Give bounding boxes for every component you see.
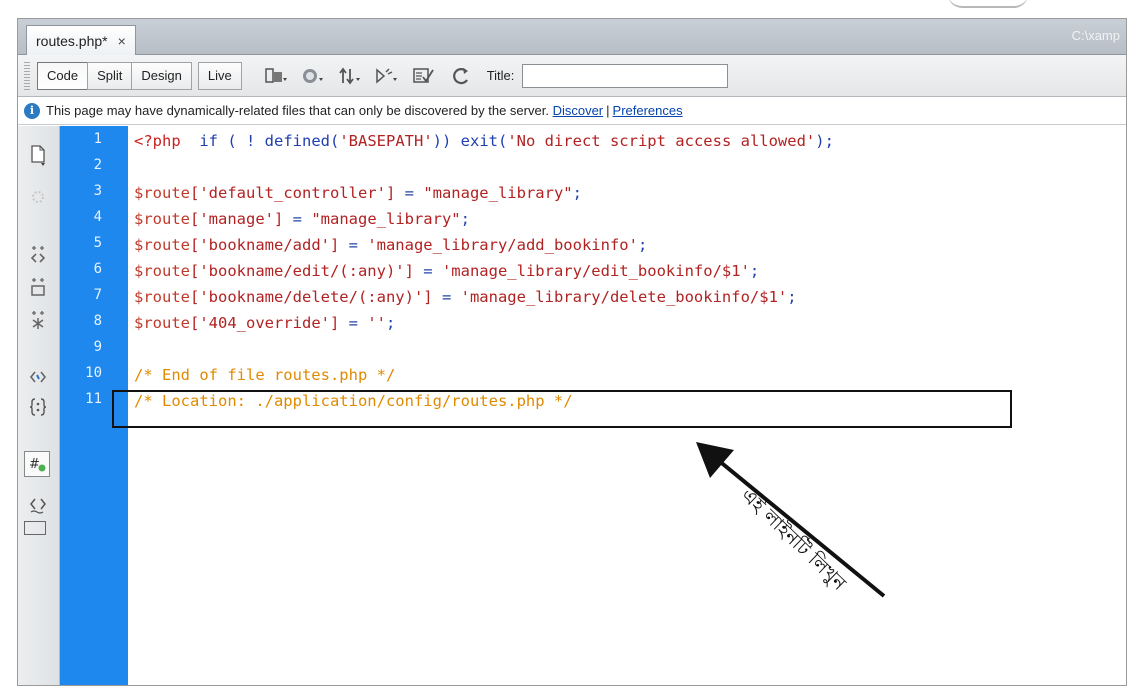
code-key: ['manage'] xyxy=(190,210,284,228)
apply-comment-icon[interactable] xyxy=(24,394,52,420)
document-tab-bar: routes.php* × C:\xamp xyxy=(18,19,1126,55)
close-tab-icon[interactable]: × xyxy=(118,33,126,49)
code-string: 'No direct script access allowed' xyxy=(507,132,816,150)
code-semicolon: ; xyxy=(385,314,396,332)
code-semicolon: ; xyxy=(749,262,760,280)
line-number: 4 xyxy=(93,209,102,225)
line-number: 8 xyxy=(93,313,102,329)
code-string: 'manage_library/add_bookinfo' xyxy=(367,236,638,254)
balance-braces-icon[interactable] xyxy=(24,364,52,390)
indent-icon[interactable] xyxy=(24,521,46,535)
code-token: ); xyxy=(815,132,834,150)
line-number: 6 xyxy=(93,261,102,277)
info-bar: i This page may have dynamically-related… xyxy=(18,97,1126,125)
code-operator: = xyxy=(432,288,461,306)
decorative-curve xyxy=(948,0,1028,8)
code-key: ['default_controller'] xyxy=(190,184,396,202)
code-variable: $route xyxy=(134,210,190,228)
code-semicolon: ; xyxy=(460,210,470,228)
expand-all-icon[interactable] xyxy=(24,274,52,300)
line-number: 1 xyxy=(93,131,102,147)
php-open-tag: <?php xyxy=(134,132,181,150)
code-operator: = xyxy=(339,236,368,254)
document-tab[interactable]: routes.php* × xyxy=(26,25,136,55)
code-variable: $route xyxy=(134,314,190,332)
line-number: 9 xyxy=(93,339,102,355)
code-variable: $route xyxy=(134,288,190,306)
refresh-icon[interactable] xyxy=(449,65,473,87)
preferences-link[interactable]: Preferences xyxy=(613,103,683,118)
code-string: "manage_library" xyxy=(423,184,573,202)
code-operator: = xyxy=(283,210,312,228)
code-view-button[interactable]: Code xyxy=(37,61,89,90)
code-operator: = xyxy=(339,314,368,332)
code-string: "manage_library" xyxy=(311,210,461,228)
code-variable: $route xyxy=(134,184,190,202)
code-string: 'BASEPATH' xyxy=(339,132,433,150)
code-semicolon: ; xyxy=(787,288,797,306)
code-token: )) exit( xyxy=(432,132,508,150)
coding-toolbar: # xyxy=(18,126,60,685)
info-message: This page may have dynamically-related f… xyxy=(46,103,549,118)
code-line-5: $route['bookname/add'] = 'manage_library… xyxy=(134,232,647,258)
check-page-icon[interactable] xyxy=(412,65,436,87)
line-number: 10 xyxy=(85,365,102,381)
code-token: if ( ! defined( xyxy=(199,132,340,150)
line-number: 11 xyxy=(85,391,102,407)
code-line-6: $route['bookname/edit/(:any)'] = 'manage… xyxy=(134,258,759,284)
discover-link[interactable]: Discover xyxy=(553,103,604,118)
line-number: 3 xyxy=(93,183,102,199)
code-variable: $route xyxy=(134,262,190,280)
highlight-box xyxy=(112,390,1012,428)
code-variable: $route xyxy=(134,236,190,254)
toolbar-grip[interactable] xyxy=(24,61,30,90)
multiscreen-icon[interactable] xyxy=(264,65,288,87)
line-number: 7 xyxy=(93,287,102,303)
code-line-4: $route['manage'] = "manage_library"; xyxy=(134,206,470,232)
code-semicolon: ; xyxy=(637,236,648,254)
code-key: ['bookname/edit/(:any)'] xyxy=(190,262,414,280)
view-buttons: Code Split Design Live xyxy=(37,61,242,90)
collapse-selection-icon[interactable] xyxy=(24,242,52,268)
collapse-full-tag-icon[interactable] xyxy=(24,184,52,210)
code-semicolon: ; xyxy=(572,184,582,202)
page-top-edge xyxy=(0,0,1138,8)
code-string: 'manage_library/delete_bookinfo/$1' xyxy=(460,288,788,306)
code-line-10: /* End of file routes.php */ xyxy=(134,366,396,384)
file-path: C:\xamp xyxy=(1071,28,1120,43)
title-input[interactable] xyxy=(522,63,729,88)
tab-filename: routes.php* xyxy=(36,32,108,49)
line-number: 2 xyxy=(93,157,102,173)
code-string: 'manage_library/edit_bookinfo/$1' xyxy=(441,262,750,280)
info-icon: i xyxy=(24,102,40,119)
design-view-button[interactable]: Design xyxy=(131,61,192,90)
live-view-button[interactable]: Live xyxy=(197,61,242,90)
select-parent-tag-icon[interactable] xyxy=(24,307,52,333)
code-key: ['bookname/add'] xyxy=(190,236,340,254)
open-documents-icon[interactable] xyxy=(24,142,52,168)
annotation: এই লাইনটি লিখুন xyxy=(688,442,898,602)
code-line-7: $route['bookname/delete/(:any)'] = 'mana… xyxy=(134,284,797,310)
format-source-icon[interactable]: # xyxy=(24,451,50,477)
file-management-icon[interactable] xyxy=(338,65,362,87)
split-view-button[interactable]: Split xyxy=(87,61,133,90)
document-toolbar: Code Split Design Live Title: xyxy=(18,55,1126,97)
title-label: Title: xyxy=(486,68,515,83)
wrap-tag-icon[interactable] xyxy=(24,492,52,518)
code-string: '' xyxy=(367,314,386,332)
code-line-3: $route['default_controller'] = "manage_l… xyxy=(134,180,582,206)
svg-text:#: # xyxy=(29,457,40,472)
code-key: ['404_override'] xyxy=(190,314,340,332)
editor-window: routes.php* × C:\xamp Code Split Design … xyxy=(17,18,1127,686)
code-key: ['bookname/delete/(:any)'] xyxy=(190,288,433,306)
code-operator: = xyxy=(395,184,424,202)
browser-preview-icon[interactable] xyxy=(301,65,325,87)
toolbar-icons xyxy=(264,65,473,87)
info-separator: | xyxy=(606,103,610,118)
code-operator: = xyxy=(413,262,442,280)
code-line-8: $route['404_override'] = ''; xyxy=(134,310,395,336)
code-line-1: <?php if ( ! defined('BASEPATH')) exit('… xyxy=(134,128,834,154)
line-number: 5 xyxy=(93,235,102,251)
validate-icon[interactable] xyxy=(375,65,399,87)
